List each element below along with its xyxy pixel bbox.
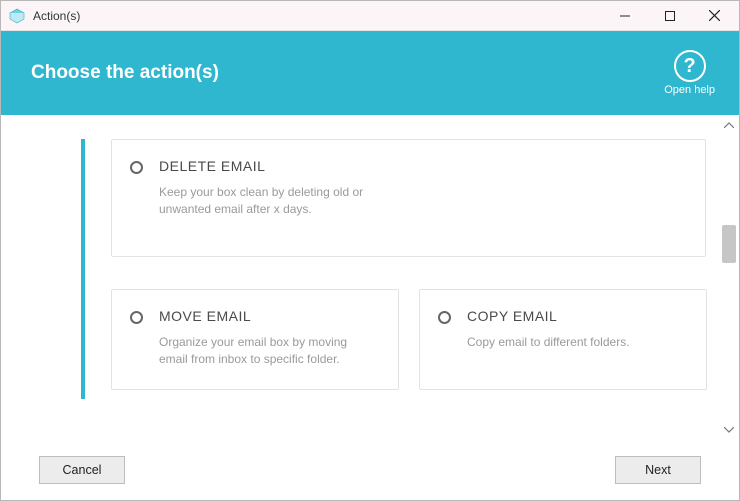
help-label: Open help (664, 84, 715, 96)
card-title: DELETE EMAIL (159, 158, 685, 174)
card-desc: Organize your email box by moving email … (159, 334, 369, 369)
card-delete-email[interactable]: DELETE EMAIL Keep your box clean by dele… (111, 139, 706, 257)
card-copy-email[interactable]: COPY EMAIL Copy email to different folde… (419, 289, 707, 390)
card-desc: Copy email to different folders. (467, 334, 677, 351)
row-secondary: MOVE EMAIL Organize your email box by mo… (111, 289, 707, 390)
cancel-button[interactable]: Cancel (39, 456, 125, 484)
dialog-window: Action(s) Choose the action(s) ? Open he… (0, 0, 740, 501)
scroll-thumb[interactable] (722, 225, 736, 263)
scroll-down-icon[interactable] (721, 422, 737, 438)
scrollbar[interactable] (721, 117, 737, 438)
body: DELETE EMAIL Keep your box clean by dele… (1, 115, 739, 440)
card-text: COPY EMAIL Copy email to different folde… (467, 308, 686, 351)
window-controls (602, 1, 737, 30)
scroll-up-icon[interactable] (721, 117, 737, 133)
content-area: DELETE EMAIL Keep your box clean by dele… (81, 139, 707, 440)
title-bar: Action(s) (1, 1, 739, 31)
close-button[interactable] (692, 1, 737, 30)
page-title: Choose the action(s) (31, 62, 219, 84)
radio-delete-email[interactable] (130, 161, 143, 174)
app-icon (9, 8, 25, 24)
accent-bar (81, 139, 85, 399)
next-button[interactable]: Next (615, 456, 701, 484)
maximize-button[interactable] (647, 1, 692, 30)
card-desc: Keep your box clean by deleting old or u… (159, 184, 369, 219)
minimize-button[interactable] (602, 1, 647, 30)
open-help-button[interactable]: ? Open help (664, 50, 715, 96)
card-text: MOVE EMAIL Organize your email box by mo… (159, 308, 378, 369)
radio-copy-email[interactable] (438, 311, 451, 324)
radio-move-email[interactable] (130, 311, 143, 324)
card-title: COPY EMAIL (467, 308, 686, 324)
cards-container: DELETE EMAIL Keep your box clean by dele… (111, 139, 707, 390)
header-band: Choose the action(s) ? Open help (1, 31, 739, 115)
window-title: Action(s) (33, 9, 602, 23)
card-text: DELETE EMAIL Keep your box clean by dele… (159, 158, 685, 219)
footer: Cancel Next (1, 440, 739, 500)
help-icon: ? (674, 50, 706, 82)
card-move-email[interactable]: MOVE EMAIL Organize your email box by mo… (111, 289, 399, 390)
card-title: MOVE EMAIL (159, 308, 378, 324)
